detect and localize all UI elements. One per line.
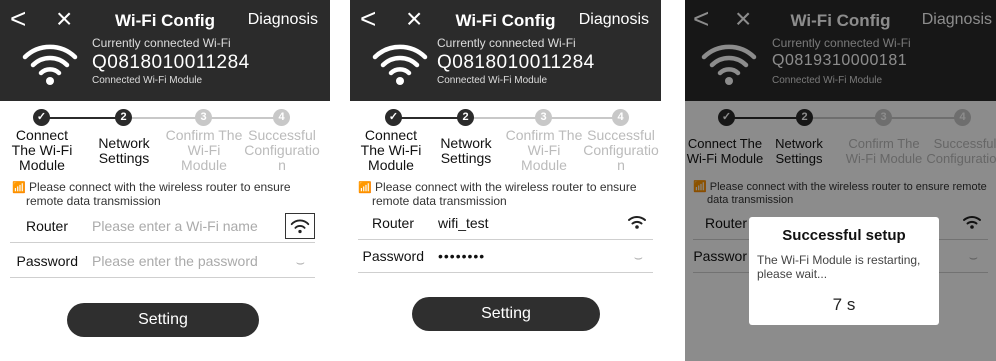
dialog-message: The Wi-Fi Module is restarting, please w… [757,253,921,281]
step-connector [394,117,466,119]
step-1-label: Connect The Wi-Fi Module [11,127,73,173]
step-1-label: Connect The Wi-Fi Module [360,127,422,173]
step-4-label: SuccessfulConfiguration [583,127,659,173]
diagnosis-button[interactable]: Diagnosis [248,11,318,29]
password-row: Password •••••••• ⌣ [358,241,653,273]
password-row: Password Please enter the password ⌣ [10,246,315,278]
step-4-indicator: 4 [612,109,629,126]
step-connector [42,117,124,119]
step-2-indicator: 2 [457,109,474,126]
step-1-check-icon: ✓ [385,109,402,126]
countdown-timer: 7 s [832,295,856,314]
step-3-indicator: 3 [535,109,552,126]
router-input[interactable]: wifi_test [438,215,489,231]
success-dialog: Successful setup The Wi-Fi Module is res… [749,217,939,325]
step-1-check-icon: ✓ [33,109,50,126]
dialog-title: Successful setup [782,227,906,244]
wifi-select-icon[interactable] [627,214,647,230]
eye-closed-icon[interactable]: ⌣ [296,254,305,271]
device-id: Q0818010011284 [437,52,595,73]
wifi-small-icon: 📶 [358,182,372,194]
password-input[interactable]: •••••••• [438,248,485,264]
progress-steps: ✓ 2 3 4 Connect The Wi-Fi Module Network Se… [350,108,661,178]
step-3-label: Confirm The Wi-Fi Module [165,127,243,173]
wifi-select-icon[interactable] [285,213,315,239]
connected-wifi-label: Currently connected Wi-Fi [92,36,231,50]
router-input[interactable]: Please enter a Wi-Fi name [92,218,258,234]
password-input[interactable]: Please enter the password [92,253,258,269]
connected-wifi-label: Currently connected Wi-Fi [437,36,576,50]
password-label: Password [16,253,78,269]
header: < × Wi-Fi Config Diagnosis Currently con… [0,0,330,101]
wifi-icon [372,44,428,85]
setting-button[interactable]: Setting [412,297,600,331]
step-2-label: Network Settings [440,135,492,166]
router-label: Router [25,218,68,234]
router-note: 📶 Please connect with the wireless route… [358,180,637,208]
module-status: Connected Wi-Fi Module [437,75,548,86]
module-status: Connected Wi-Fi Module [92,75,203,86]
device-id: Q0818010011284 [92,52,250,73]
step-2-indicator: 2 [115,109,132,126]
step-3-indicator: 3 [195,109,212,126]
step-2-label: Network Settings [98,135,150,166]
router-label: Router [371,215,414,231]
step-4-indicator: 4 [273,109,290,126]
setting-button[interactable]: Setting [67,303,259,337]
screen-successful-setup: < × Wi-Fi Config Diagnosis Currently con… [685,0,996,361]
progress-steps: ✓ 2 3 4 Connect The Wi-Fi Module Network Se… [0,108,330,178]
router-row: Router wifi_test [358,208,653,240]
router-note: 📶 Please connect with the wireless route… [12,180,291,208]
screen-network-settings-filled: < × Wi-Fi Config Diagnosis Currently con… [350,0,661,361]
diagnosis-button[interactable]: Diagnosis [579,11,649,29]
password-label: Password [362,248,424,264]
wifi-small-icon: 📶 [12,182,26,194]
wifi-icon [22,44,78,85]
step-3-label: Confirm The Wi-Fi Module [505,127,583,173]
eye-closed-icon[interactable]: ⌣ [634,249,643,266]
step-4-label: SuccessfulConfiguration [244,127,320,173]
screen-network-settings-empty: < × Wi-Fi Config Diagnosis Currently con… [0,0,330,361]
router-row: Router Please enter a Wi-Fi name [10,211,315,243]
header: < × Wi-Fi Config Diagnosis Currently con… [350,0,661,101]
